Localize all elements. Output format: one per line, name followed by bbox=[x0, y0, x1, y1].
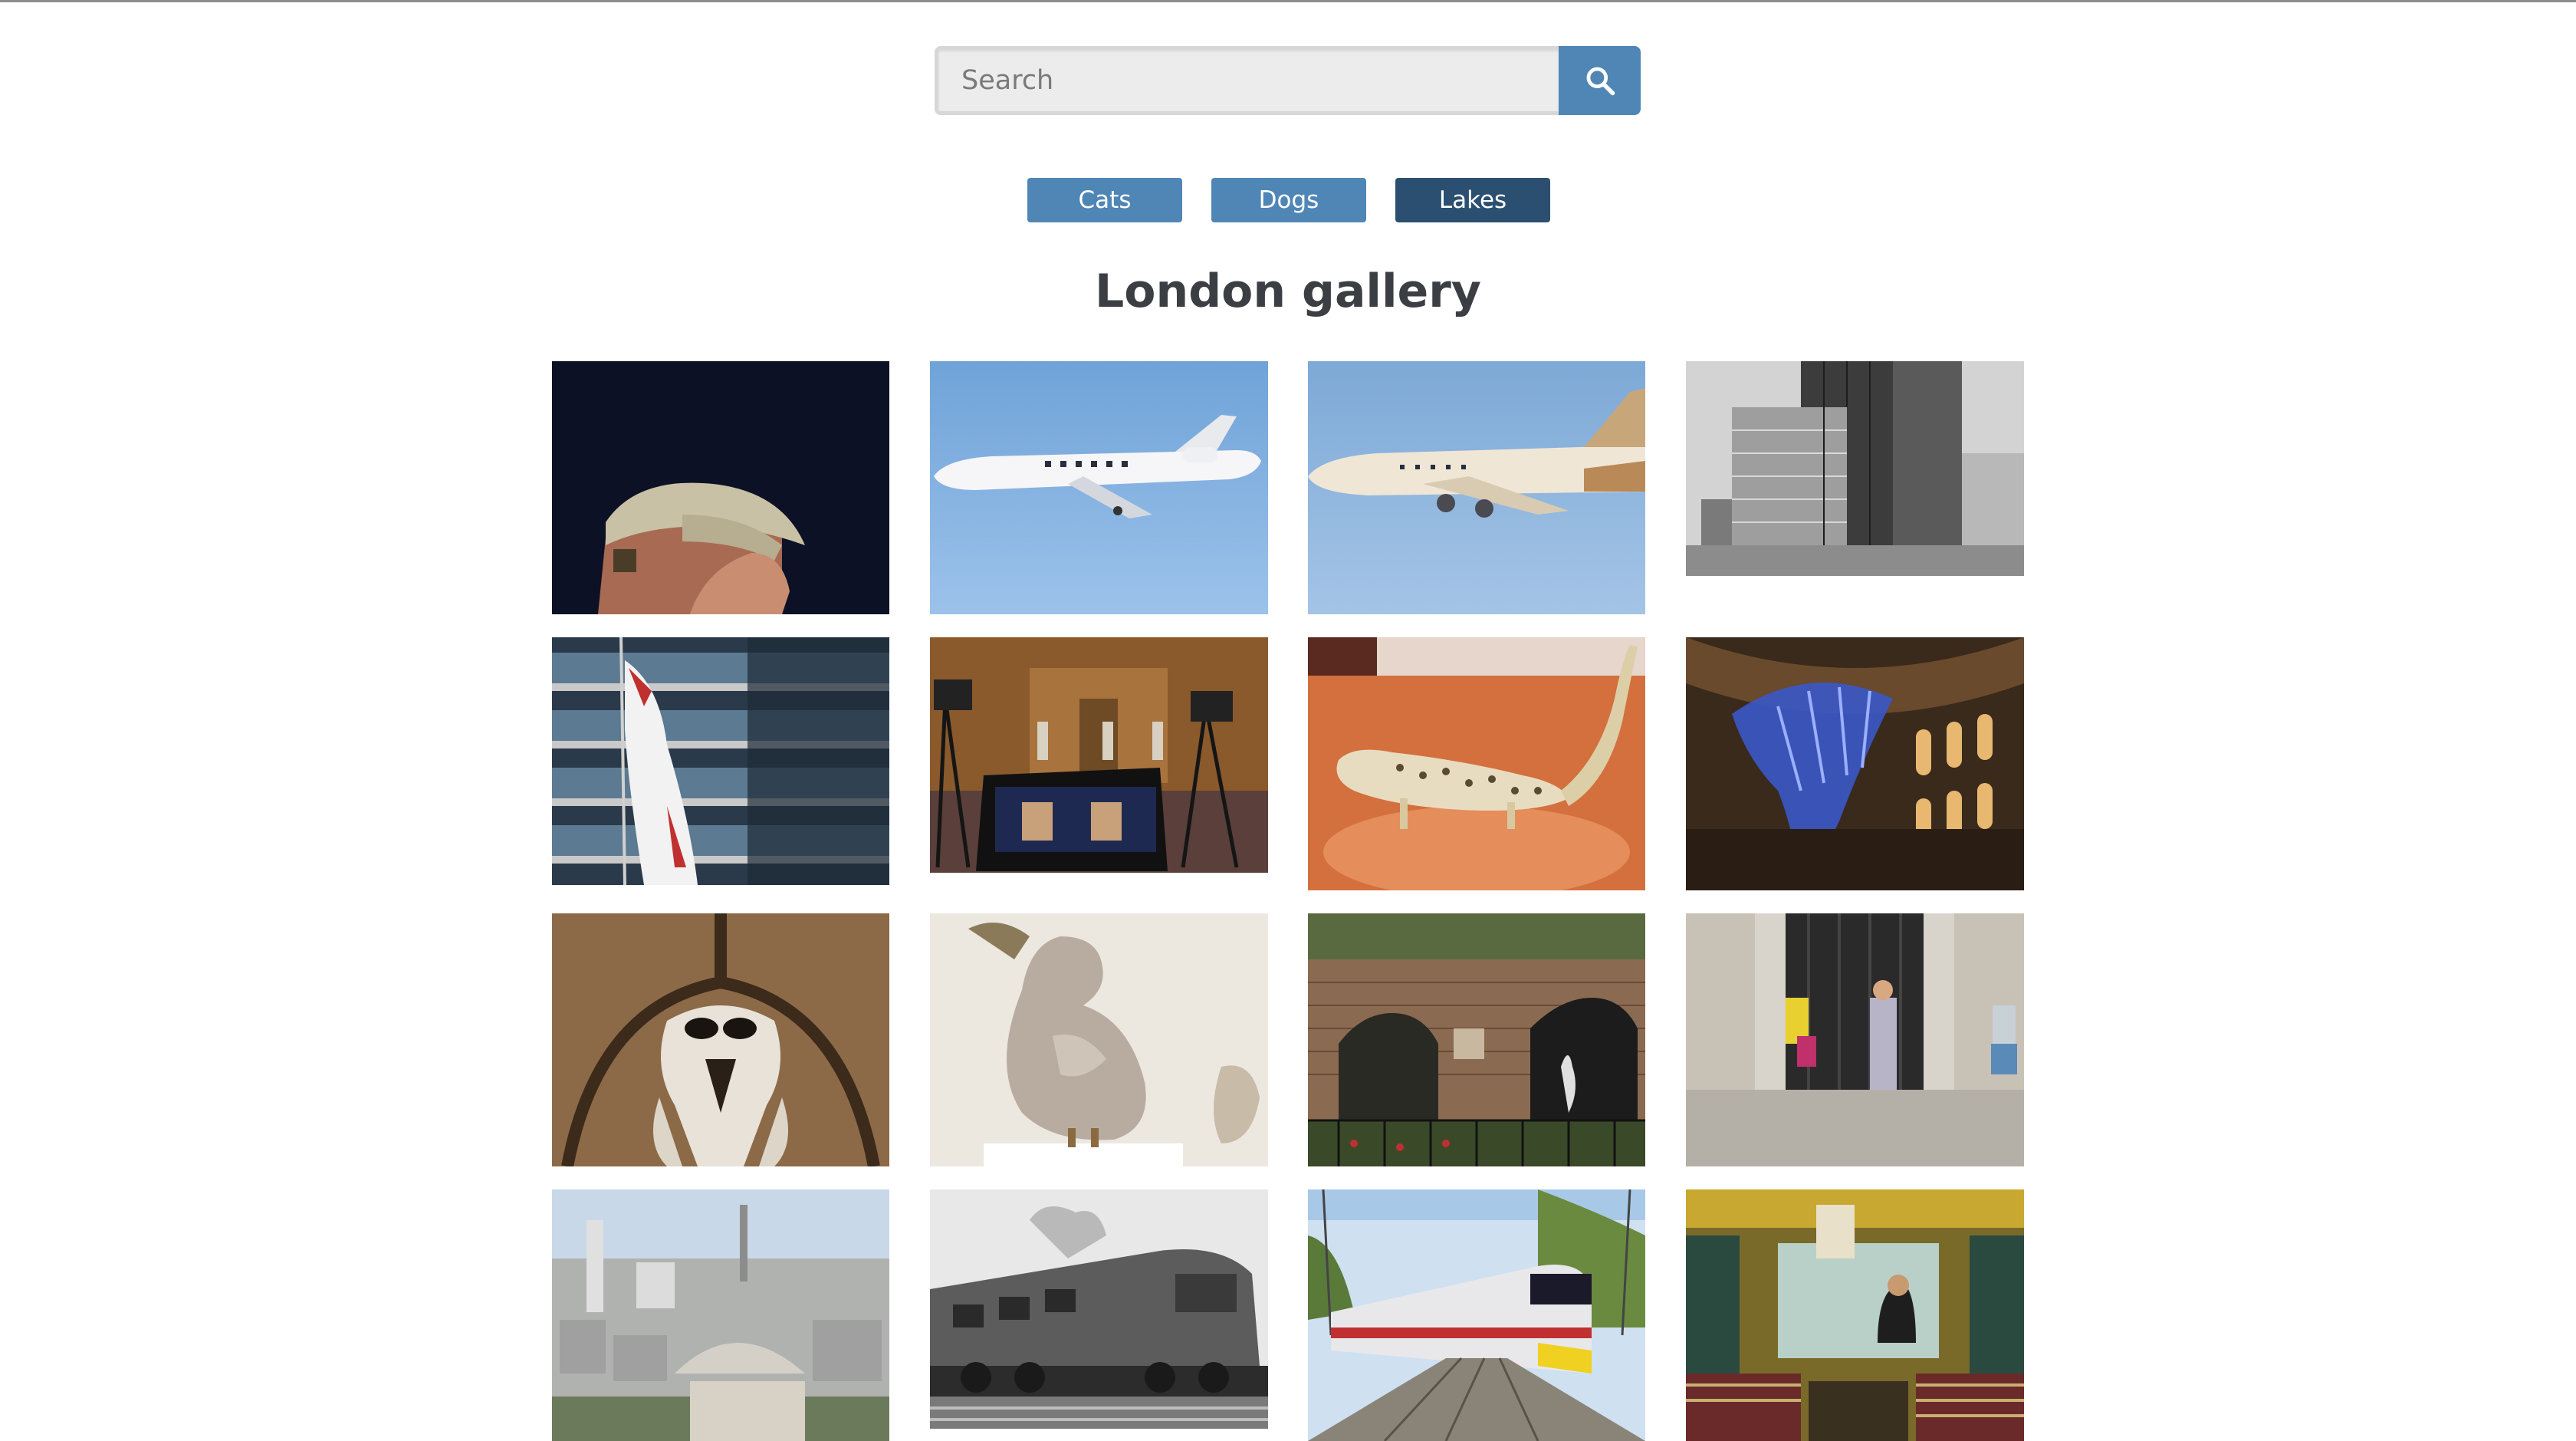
category-button-dogs[interactable]: Dogs bbox=[1211, 178, 1366, 222]
gallery-image[interactable] bbox=[1686, 637, 2024, 890]
gallery-image[interactable] bbox=[552, 913, 889, 1166]
man-in-cap-photo bbox=[552, 361, 889, 614]
diesel-locomotive-bw-photo bbox=[930, 1189, 1268, 1429]
search-bar bbox=[935, 46, 1641, 115]
gallery-image[interactable] bbox=[552, 637, 889, 885]
gallery-image[interactable] bbox=[552, 361, 889, 614]
gallery-image[interactable] bbox=[1308, 361, 1645, 614]
gallery-image[interactable] bbox=[1686, 361, 2024, 576]
dodo-model-photo bbox=[930, 913, 1268, 1166]
tram-interior-photo bbox=[1686, 1189, 2024, 1441]
gallery-image[interactable] bbox=[930, 1189, 1268, 1429]
brick-wall-graffiti-photo bbox=[1308, 913, 1645, 1166]
search-button[interactable] bbox=[1559, 46, 1641, 115]
gallery-image[interactable] bbox=[1686, 913, 2024, 1166]
stuffed-genet-photo bbox=[1308, 637, 1645, 890]
tower-blocks-bw-photo bbox=[1686, 361, 2024, 576]
page-title: London gallery bbox=[1095, 265, 1481, 318]
category-button-cats[interactable]: Cats bbox=[1027, 178, 1182, 222]
tourists-at-gate-photo bbox=[1686, 913, 2024, 1166]
elephant-skull-photo bbox=[552, 913, 889, 1166]
etihad-airliner-photo bbox=[1308, 361, 1645, 614]
gallery-image[interactable] bbox=[1308, 913, 1645, 1166]
gallery-image[interactable] bbox=[1308, 637, 1645, 890]
press-conference-photo bbox=[930, 637, 1268, 873]
whale-skeleton-museum-photo bbox=[1686, 637, 2024, 890]
london-skyline-photo bbox=[552, 1189, 889, 1441]
passenger-train-photo bbox=[1308, 1189, 1645, 1441]
search-input[interactable] bbox=[935, 46, 1559, 115]
gallery-image[interactable] bbox=[552, 1189, 889, 1441]
business-jet-photo bbox=[930, 361, 1268, 614]
category-button-lakes[interactable]: Lakes bbox=[1395, 178, 1550, 222]
gallery-image[interactable] bbox=[1308, 1189, 1645, 1441]
flag-and-apartments-photo bbox=[552, 637, 889, 885]
gallery-image[interactable] bbox=[930, 361, 1268, 614]
gallery-image[interactable] bbox=[930, 913, 1268, 1166]
gallery-image[interactable] bbox=[1686, 1189, 2024, 1441]
search-icon bbox=[1583, 64, 1617, 97]
top-border bbox=[0, 0, 2576, 2]
category-filters: Cats Dogs Lakes bbox=[0, 178, 2576, 222]
gallery-image[interactable] bbox=[930, 637, 1268, 873]
